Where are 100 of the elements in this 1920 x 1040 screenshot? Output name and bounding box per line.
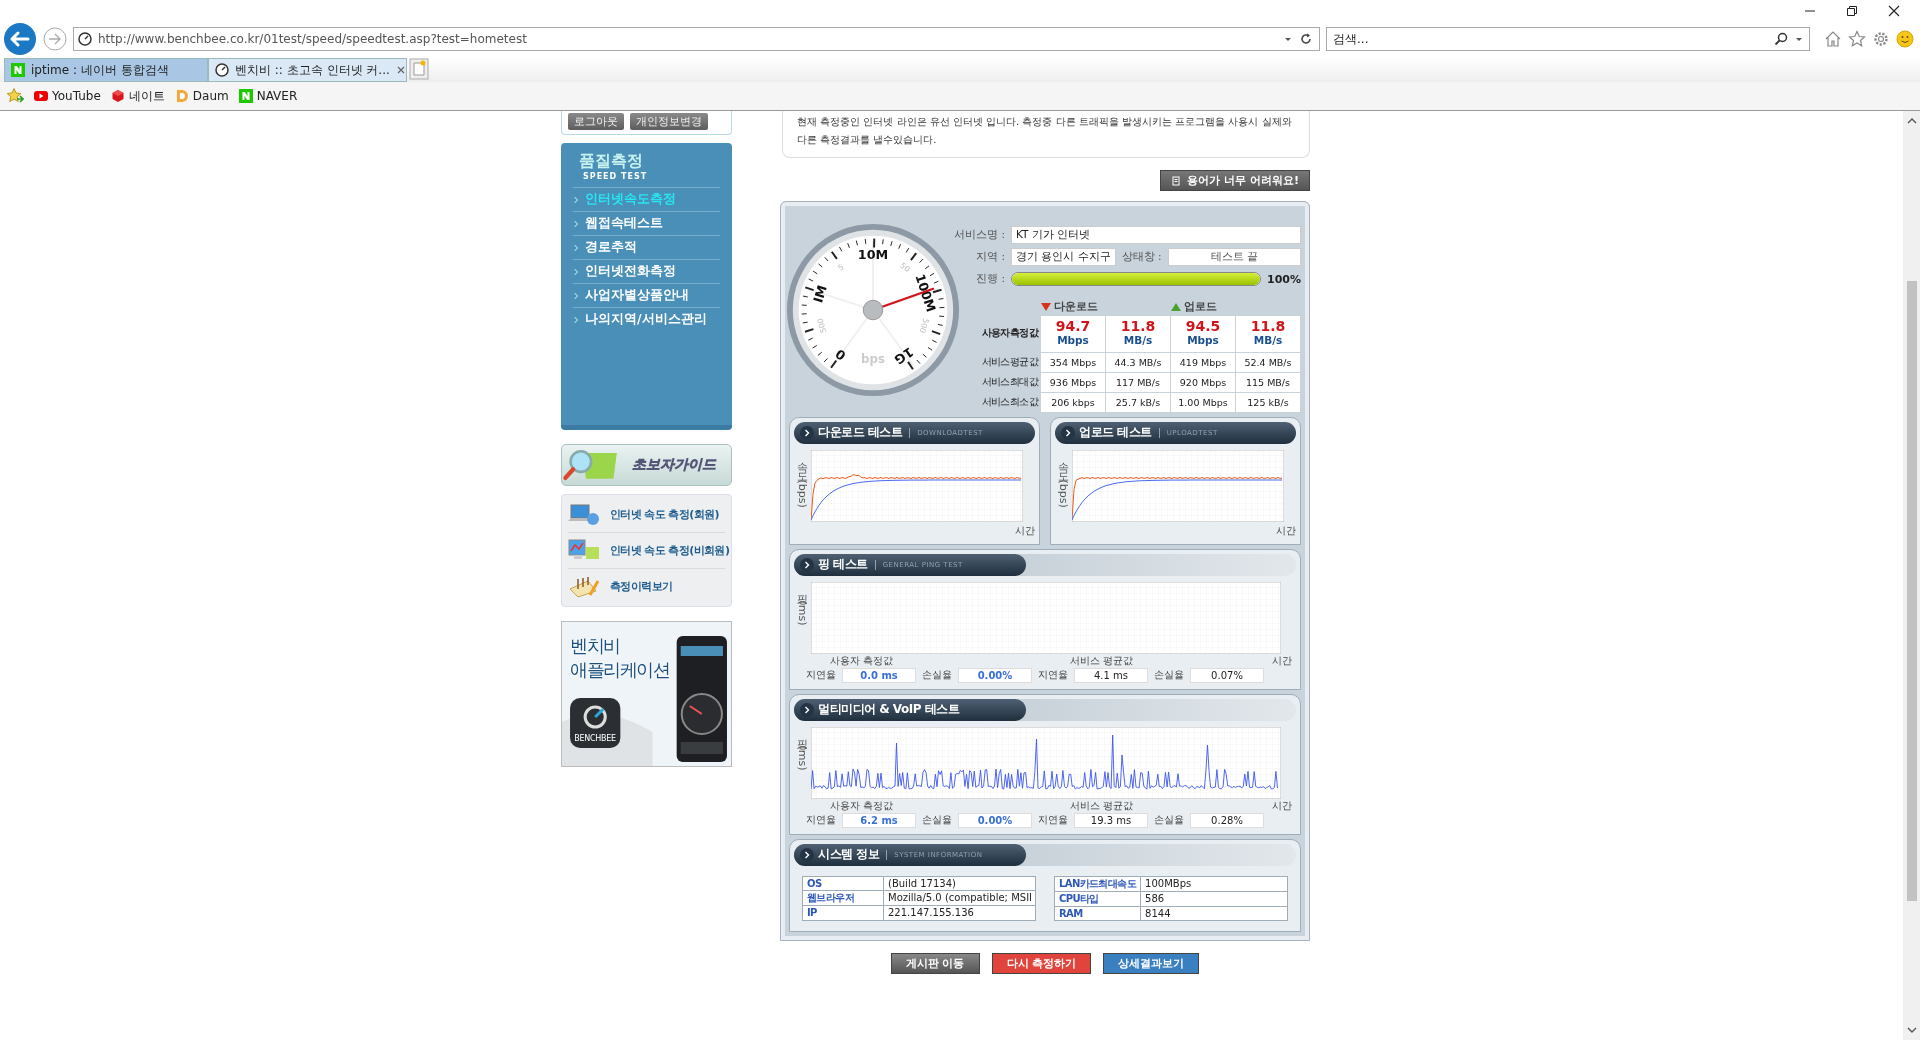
stats-caption: 서비스 평균값 bbox=[1070, 653, 1135, 668]
stat-value: 4.1 ms bbox=[1074, 667, 1148, 683]
info-value: 586 bbox=[1140, 891, 1288, 906]
app-banner[interactable]: 벤치비 애플리케이션 BENCHBEE bbox=[561, 621, 732, 767]
search-field[interactable]: 검색... bbox=[1326, 27, 1810, 51]
result-cell: 11.8 MB/s bbox=[1106, 315, 1170, 352]
guide-banner[interactable]: 초보자가이드 bbox=[561, 444, 732, 486]
stats-caption: 사용자 측정값 bbox=[830, 653, 895, 668]
section-header: 멀티미디어 & VoIP 테스트 bbox=[794, 698, 1026, 721]
info-key: LAN카드최대속도 bbox=[1054, 876, 1141, 891]
stat-value: 0.0 ms bbox=[842, 667, 916, 683]
row-label: 서비스최소값 bbox=[980, 394, 1040, 409]
row-label: 사용자측정값 bbox=[980, 326, 1040, 340]
stat-value: 0.00% bbox=[958, 667, 1032, 683]
stat-label: 손실율 bbox=[1154, 813, 1184, 827]
result-cell: 419 Mbps bbox=[1171, 352, 1235, 372]
stat-value: 19.3 ms bbox=[1074, 812, 1148, 828]
axis-label: 핑 (ms) bbox=[795, 584, 809, 626]
result-cell: 354 Mbps bbox=[1041, 352, 1105, 372]
column-header: 업로드 bbox=[1171, 299, 1217, 314]
menu-subtitle: SPEED TEST bbox=[582, 172, 649, 183]
menu-item[interactable]: 웹접속테스트 bbox=[573, 211, 720, 235]
field-label: 서비스명 : bbox=[953, 228, 1005, 242]
action-button[interactable]: 상세결과보기 bbox=[1103, 952, 1200, 974]
info-key: CPU타입 bbox=[1054, 891, 1141, 906]
stats-caption: 사용자 측정값 bbox=[830, 798, 895, 813]
stats-caption: 서비스 평균값 bbox=[1070, 798, 1135, 813]
stat-label: 지연율 bbox=[806, 668, 836, 682]
result-cell: 206 kbps bbox=[1041, 392, 1105, 412]
row-label: 서비스평균값 bbox=[980, 354, 1040, 369]
menu-item[interactable]: 나의지역/서비스관리 bbox=[573, 307, 720, 331]
url-text: http://www.benchbee.co.kr/01test/speed/speedtest.asp?test=hometest bbox=[98, 32, 528, 46]
result-cell: 44.3 MB/s bbox=[1106, 352, 1170, 372]
field-label: 지역 : bbox=[975, 250, 1005, 264]
info-value: 221.147.155.136 bbox=[883, 905, 1036, 920]
progress-percent: 100% bbox=[1267, 272, 1301, 286]
info-value: Mozilla/5.0 (compatible; MSII bbox=[883, 890, 1036, 906]
axis-label: 시간 bbox=[1272, 653, 1293, 668]
app-icon-label: BENCHBEE bbox=[573, 734, 617, 743]
info-key: RAM bbox=[1054, 906, 1141, 920]
axis-label: 시간 bbox=[1276, 523, 1296, 538]
region-field: 경기 용인시 수지구 bbox=[1011, 248, 1116, 266]
app-banner-title: 벤치비 애플리케이션 bbox=[570, 634, 669, 682]
menu-title: 품질측정 bbox=[578, 151, 644, 172]
account-button[interactable]: 로그아웃 bbox=[568, 113, 624, 130]
browser-tab[interactable]: iptime : 네이버 통합검색 bbox=[4, 58, 208, 82]
axis-label: 속도 (bps) bbox=[795, 452, 809, 508]
field-label: 진행 : bbox=[975, 272, 1005, 286]
browser-tab[interactable]: 벤치비 :: 초고속 인터넷 커... bbox=[208, 58, 407, 82]
result-cell: 94.7 Mbps bbox=[1041, 315, 1105, 352]
stat-value: 0.07% bbox=[1190, 667, 1264, 683]
stat-label: 손실율 bbox=[1154, 668, 1184, 682]
axis-label: 시간 bbox=[1015, 523, 1035, 538]
favorite-link[interactable]: 네이트 bbox=[110, 87, 165, 105]
result-cell: 25.7 kB/s bbox=[1106, 392, 1170, 412]
axis-label: 핑 (ms) bbox=[795, 729, 809, 771]
result-cell: 1.00 Mbps bbox=[1171, 392, 1235, 412]
notice-text: 현재 측정중인 인터넷 라인은 유선 인터넷 입니다. 측정중 다른 트래픽을 발생시키는 프로그램을 사용시 실제와 다른 측정결과를 낼수있습니다. bbox=[797, 115, 1293, 147]
column-header: 다운로드 bbox=[1041, 299, 1098, 314]
info-value: 8144 bbox=[1140, 906, 1288, 920]
info-value: 100MBps bbox=[1140, 876, 1288, 891]
result-cell: 115 MB/s bbox=[1236, 372, 1300, 392]
menu-item[interactable]: 사업자별상품안내 bbox=[573, 283, 720, 307]
guide-link[interactable]: 측정이력보기 bbox=[568, 569, 725, 604]
address-bar[interactable]: http://www.benchbee.co.kr/01test/speed/speedtest.asp?test=hometest bbox=[73, 27, 1320, 51]
service-name-field: KT 기가 인터넷 bbox=[1011, 226, 1301, 244]
field-label: 상태창 : bbox=[1121, 250, 1162, 264]
result-cell: 11.8 MB/s bbox=[1236, 315, 1300, 352]
result-cell: 117 MB/s bbox=[1106, 372, 1170, 392]
favorite-link[interactable]: NAVER bbox=[238, 89, 298, 103]
status-field: 테스트 끝 bbox=[1167, 248, 1301, 266]
stat-value: 6.2 ms bbox=[842, 812, 916, 828]
result-cell: 94.5 Mbps bbox=[1171, 315, 1235, 352]
axis-label: 속도 (bps) bbox=[1056, 452, 1070, 508]
menu-item[interactable]: 경로추적 bbox=[573, 235, 720, 259]
axis-label: 시간 bbox=[1272, 798, 1293, 813]
result-cell: 52.4 MB/s bbox=[1236, 352, 1300, 372]
help-button[interactable]: 용어가 너무 어려워요! bbox=[1160, 170, 1310, 191]
account-button[interactable]: 개인정보변경 bbox=[630, 113, 708, 130]
favorite-link[interactable]: YouTube bbox=[34, 89, 101, 103]
result-cell: 125 kB/s bbox=[1236, 392, 1300, 412]
stat-label: 지연율 bbox=[806, 813, 836, 827]
action-button[interactable]: 게시판 이동 bbox=[890, 952, 980, 974]
info-key: OS bbox=[802, 876, 884, 891]
row-label: 서비스최대값 bbox=[980, 374, 1040, 389]
favorite-link[interactable]: Daum bbox=[174, 89, 229, 103]
result-cell: 936 Mbps bbox=[1041, 372, 1105, 392]
stat-label: 손실율 bbox=[922, 813, 952, 827]
stat-label: 지연율 bbox=[1038, 813, 1068, 827]
action-button[interactable]: 다시 측정하기 bbox=[991, 952, 1092, 974]
stat-value: 0.00% bbox=[958, 812, 1032, 828]
info-key: IP bbox=[802, 905, 884, 920]
stat-value: 0.28% bbox=[1190, 812, 1264, 828]
info-value: (Build 17134) bbox=[883, 876, 1036, 891]
menu-item[interactable]: 인터넷전화측정 bbox=[573, 259, 720, 283]
stat-label: 손실율 bbox=[922, 668, 952, 682]
info-key: 웹브라우저 bbox=[802, 890, 884, 906]
stat-label: 지연율 bbox=[1038, 668, 1068, 682]
guide-link[interactable]: 인터넷 속도 측정(회원) bbox=[568, 497, 725, 533]
result-cell: 920 Mbps bbox=[1171, 372, 1235, 392]
